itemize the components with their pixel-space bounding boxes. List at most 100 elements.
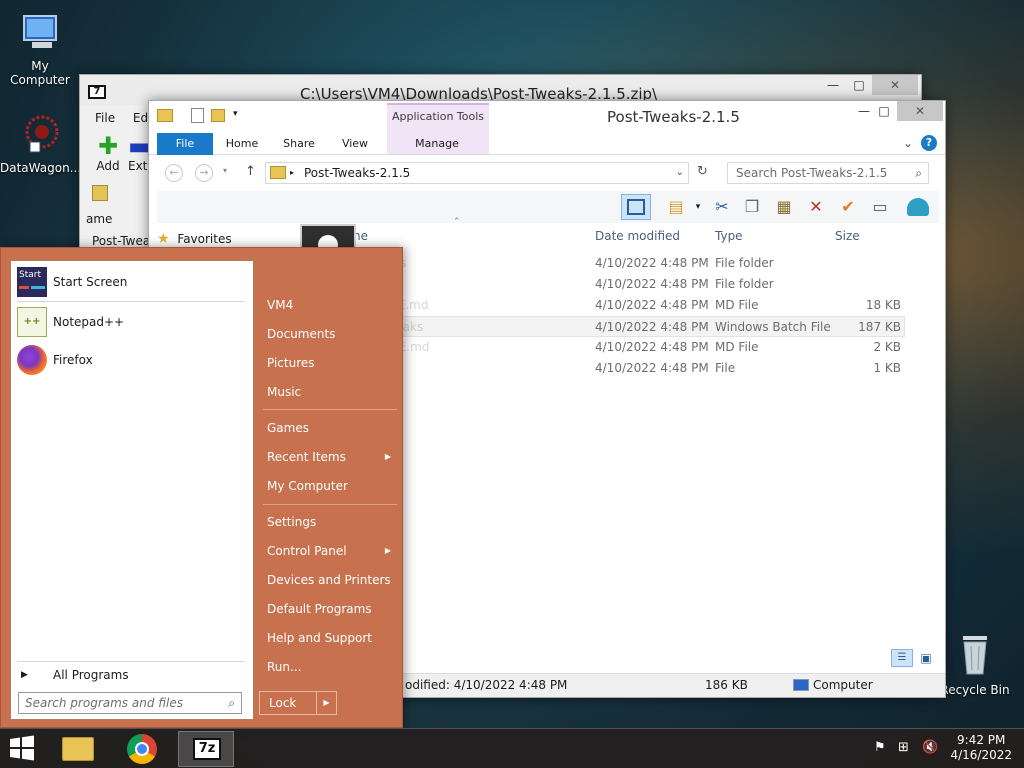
- sevenzip-app-icon: 7: [88, 85, 106, 99]
- computer-icon: [23, 15, 57, 48]
- start-right-settings[interactable]: Settings: [259, 510, 399, 534]
- column-size[interactable]: Size: [835, 225, 860, 247]
- network-icon[interactable]: ⊞: [898, 740, 909, 755]
- close-button[interactable]: ✕: [897, 101, 943, 121]
- plus-icon: ✚: [97, 132, 119, 160]
- address-box[interactable]: ▸ Post-Tweaks-2.1.5 ⌄: [265, 162, 689, 184]
- shell-icon[interactable]: [905, 194, 931, 220]
- taskbar-7zip[interactable]: 7z: [178, 731, 234, 767]
- taskbar-clock[interactable]: 9:42 PM 4/16/2022: [950, 733, 1012, 763]
- start-right-documents[interactable]: Documents: [259, 322, 399, 346]
- status-modified: odified: 4/10/2022 4:48 PM: [405, 678, 568, 692]
- notepad-plus-plus-icon: ++: [17, 307, 47, 337]
- paste-icon[interactable]: ▦: [771, 194, 797, 220]
- search-icon[interactable]: ⌕: [228, 693, 235, 713]
- computer-small-icon: [793, 679, 809, 691]
- start-right-run[interactable]: Run...: [259, 655, 399, 679]
- desktop-icon-recycle-bin[interactable]: Recycle Bin: [935, 630, 1015, 697]
- sevenzip-column-name[interactable]: ame: [86, 212, 112, 226]
- tab-manage[interactable]: Manage: [405, 133, 469, 155]
- start-right-user[interactable]: VM4: [259, 293, 399, 317]
- start-right-pictures[interactable]: Pictures: [259, 351, 399, 375]
- large-icons-view-icon[interactable]: ▣: [917, 649, 935, 667]
- back-icon[interactable]: ←: [165, 164, 183, 182]
- column-date-modified[interactable]: Date modified: [595, 225, 680, 247]
- firefox-icon: [17, 345, 47, 375]
- start-right-control-panel[interactable]: Control Panel ▶: [259, 539, 399, 563]
- recent-dropdown-icon[interactable]: ▾: [223, 166, 227, 175]
- address-dropdown-icon[interactable]: ⌄: [676, 163, 684, 183]
- start-right-divider: [263, 504, 397, 505]
- explorer-titlebar[interactable]: ▾ Post-Tweaks-2.1.5 — □ ✕: [149, 101, 945, 131]
- address-path: Post-Tweaks-2.1.5: [304, 166, 411, 180]
- chrome-icon: [127, 734, 157, 764]
- menu-file[interactable]: File: [88, 109, 122, 127]
- sevenzip-add-button[interactable]: ✚ Add: [90, 133, 126, 173]
- start-right-recent-items[interactable]: Recent Items ▶: [259, 445, 399, 469]
- maximize-button[interactable]: □: [846, 75, 872, 95]
- start-right-games[interactable]: Games: [259, 416, 399, 440]
- tab-share[interactable]: Share: [277, 133, 321, 155]
- lock-button[interactable]: Lock ▶: [259, 691, 337, 715]
- tab-view[interactable]: View: [335, 133, 375, 155]
- start-button[interactable]: [8, 735, 38, 763]
- cut-icon[interactable]: ✂: [709, 194, 735, 220]
- application-tools-label: Application Tools: [391, 110, 485, 123]
- column-type[interactable]: Type: [715, 225, 743, 247]
- folder-icon: [157, 109, 173, 122]
- explorer-title: Post-Tweaks-2.1.5: [607, 108, 740, 126]
- breadcrumb-chevron-icon[interactable]: ▸: [290, 163, 294, 183]
- up-icon[interactable]: ↑: [245, 164, 256, 179]
- ribbon-tabs: File Home Share View Manage ⌄ ?: [149, 131, 945, 155]
- forward-icon[interactable]: →: [195, 164, 213, 182]
- windows-logo-icon: [10, 735, 34, 761]
- search-input[interactable]: Search Post-Tweaks-2.1.5 ⌕: [727, 162, 929, 184]
- preview-pane-icon[interactable]: [621, 194, 651, 220]
- maximize-button[interactable]: □: [871, 101, 897, 121]
- sevenzip-row[interactable]: Post-Twea: [92, 234, 150, 248]
- nav-favorites[interactable]: ★ Favorites: [157, 231, 232, 247]
- start-right-music[interactable]: Music: [259, 380, 399, 404]
- volume-muted-icon[interactable]: 🔇: [922, 740, 938, 755]
- details-view-icon[interactable]: ☰: [891, 649, 913, 667]
- start-item-firefox[interactable]: Firefox: [17, 343, 247, 377]
- tab-home[interactable]: Home: [221, 133, 263, 155]
- start-item-start-screen[interactable]: Start Start Screen: [17, 265, 247, 299]
- status-size: 186 KB: [705, 678, 748, 692]
- folder-up-icon[interactable]: [92, 185, 108, 201]
- lock-options-arrow-icon[interactable]: ▶: [316, 692, 336, 714]
- explorer-command-bar: ▤ ▾ ✂ ❐ ▦ ✕ ✔ ▭: [157, 191, 939, 223]
- refresh-icon[interactable]: ↻: [697, 164, 708, 179]
- tab-file[interactable]: File: [157, 133, 213, 155]
- start-menu-divider: [17, 301, 245, 302]
- rename-icon[interactable]: ▭: [867, 194, 893, 220]
- start-right-help-support[interactable]: Help and Support: [259, 626, 399, 650]
- options-dropdown-icon[interactable]: ▾: [685, 194, 711, 220]
- start-search-input[interactable]: Search programs and files ⌕: [18, 692, 242, 714]
- start-right-default-programs[interactable]: Default Programs: [259, 597, 399, 621]
- submenu-arrow-icon: ▶: [384, 452, 391, 461]
- help-icon[interactable]: ?: [921, 135, 937, 151]
- ribbon-expand-icon[interactable]: ⌄: [903, 136, 913, 150]
- minimize-button[interactable]: —: [820, 75, 846, 95]
- search-icon[interactable]: ⌕: [915, 163, 922, 183]
- copy-icon[interactable]: ❐: [739, 194, 765, 220]
- clock-time: 9:42 PM: [957, 733, 1006, 747]
- all-programs-button[interactable]: ▶ All Programs: [17, 658, 247, 692]
- start-right-my-computer[interactable]: My Computer: [259, 474, 399, 498]
- taskbar: 7z ⚑ ⊞ 🔇 9:42 PM 4/16/2022: [0, 728, 1024, 768]
- close-button[interactable]: ✕: [872, 75, 918, 95]
- apply-icon[interactable]: ✔: [835, 194, 861, 220]
- status-location: Computer: [813, 678, 873, 692]
- new-folder-icon[interactable]: [211, 109, 225, 122]
- delete-icon[interactable]: ✕: [803, 194, 829, 220]
- properties-icon[interactable]: [191, 108, 204, 123]
- taskbar-chrome[interactable]: [114, 731, 170, 767]
- desktop-icon-my-computer[interactable]: My Computer: [0, 10, 80, 87]
- taskbar-file-explorer[interactable]: [50, 731, 106, 767]
- start-right-devices-printers[interactable]: Devices and Printers: [259, 568, 399, 592]
- action-center-flag-icon[interactable]: ⚑: [874, 740, 886, 755]
- start-item-notepad-plus-plus[interactable]: ++ Notepad++: [17, 305, 247, 339]
- qat-dropdown-icon[interactable]: ▾: [233, 109, 238, 119]
- desktop-icon-datawagon[interactable]: DataWagon...: [0, 112, 81, 175]
